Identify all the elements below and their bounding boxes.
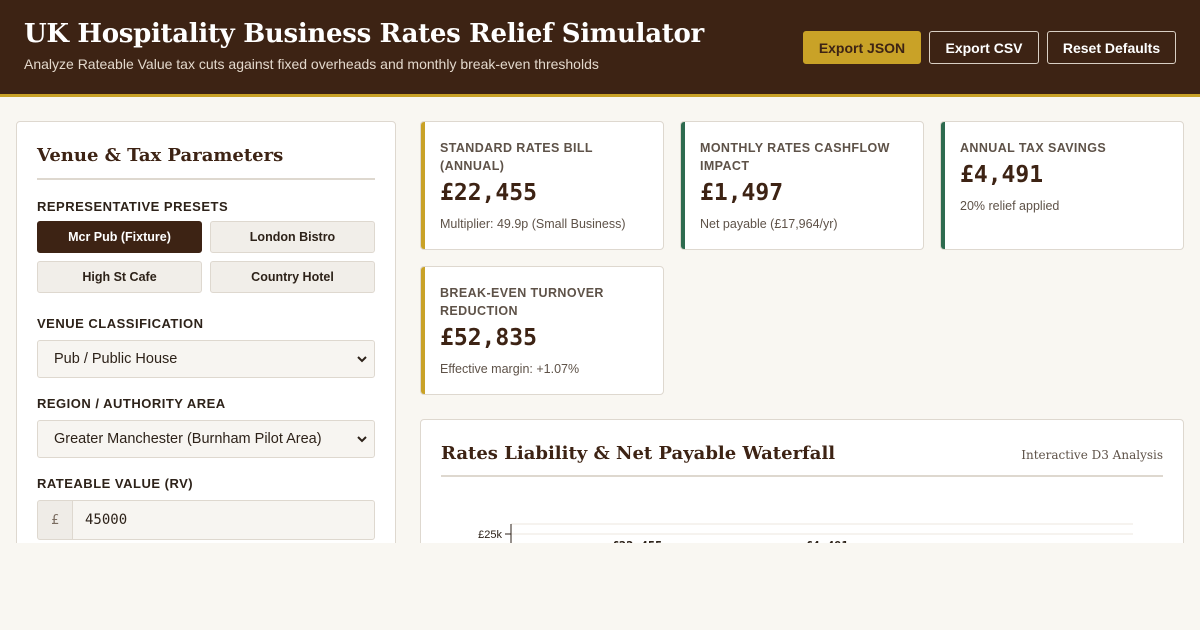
chevron-down-icon bbox=[357, 356, 367, 363]
app-header: UK Hospitality Business Rates Relief Sim… bbox=[0, 0, 1200, 97]
rateable-value-input[interactable]: 45000 bbox=[72, 500, 375, 540]
card-label: STANDARD RATES BILL (ANNUAL) bbox=[440, 141, 593, 173]
currency-prefix: £ bbox=[37, 500, 73, 540]
card-standard-rates-bill: STANDARD RATES BILL (ANNUAL) £22,455 Mul… bbox=[420, 121, 664, 250]
chart-y-tick-label: £25k bbox=[478, 529, 502, 541]
card-value: £4,491 bbox=[960, 162, 1044, 188]
preset-london-bistro[interactable]: London Bistro bbox=[210, 221, 375, 253]
card-break-even-turnover: BREAK-EVEN TURNOVER REDUCTION £52,835 Ef… bbox=[420, 266, 664, 395]
card-subtext: Effective margin: +1.07% bbox=[440, 362, 580, 376]
card-subtext: Multiplier: 49.9p (Small Business) bbox=[440, 217, 626, 231]
card-subtext: 20% relief applied bbox=[960, 199, 1060, 213]
classification-label: VENUE CLASSIFICATION bbox=[37, 316, 204, 331]
waterfall-chart-card: Rates Liability & Net Payable Waterfall … bbox=[420, 419, 1184, 559]
card-monthly-cashflow: MONTHLY RATES CASHFLOW IMPACT £1,497 Net… bbox=[680, 121, 924, 250]
card-accent-bar bbox=[421, 122, 425, 249]
export-json-button[interactable]: Export JSON bbox=[803, 31, 921, 64]
card-accent-bar bbox=[941, 122, 945, 249]
region-select[interactable]: Greater Manchester (Burnham Pilot Area) bbox=[37, 420, 375, 458]
preset-mcr-pub[interactable]: Mcr Pub (Fixture) bbox=[37, 221, 202, 253]
app-title: UK Hospitality Business Rates Relief Sim… bbox=[24, 19, 704, 49]
region-value: Greater Manchester (Burnham Pilot Area) bbox=[54, 431, 322, 447]
venue-classification-value: Pub / Public House bbox=[54, 351, 178, 367]
export-csv-button[interactable]: Export CSV bbox=[929, 31, 1039, 64]
panel-divider bbox=[37, 178, 375, 180]
region-label: REGION / AUTHORITY AREA bbox=[37, 396, 226, 411]
viewport-fold bbox=[0, 543, 1200, 630]
card-label: BREAK-EVEN TURNOVER REDUCTION bbox=[440, 286, 604, 318]
parameters-panel: Venue & Tax Parameters REPRESENTATIVE PR… bbox=[16, 121, 396, 551]
card-accent-bar bbox=[681, 122, 685, 249]
reset-defaults-button[interactable]: Reset Defaults bbox=[1047, 31, 1176, 64]
card-label: ANNUAL TAX SAVINGS bbox=[960, 141, 1107, 155]
card-accent-bar bbox=[421, 267, 425, 394]
preset-country-hotel[interactable]: Country Hotel bbox=[210, 261, 375, 293]
card-value: £52,835 bbox=[440, 325, 537, 351]
presets-label: REPRESENTATIVE PRESETS bbox=[37, 199, 229, 214]
panel-title: Venue & Tax Parameters bbox=[37, 145, 284, 166]
app-subtitle: Analyze Rateable Value tax cuts against … bbox=[24, 56, 599, 72]
venue-classification-select[interactable]: Pub / Public House bbox=[37, 340, 375, 378]
rateable-value-label: RATEABLE VALUE (RV) bbox=[37, 476, 194, 491]
preset-high-st-cafe[interactable]: High St Cafe bbox=[37, 261, 202, 293]
card-annual-tax-savings: ANNUAL TAX SAVINGS £4,491 20% relief app… bbox=[940, 121, 1184, 250]
waterfall-chart: £25k£22,455£4,491 bbox=[478, 523, 1133, 558]
card-value: £1,497 bbox=[700, 180, 784, 206]
card-value: £22,455 bbox=[440, 180, 537, 206]
chevron-down-icon bbox=[357, 436, 367, 443]
card-label: MONTHLY RATES CASHFLOW IMPACT bbox=[700, 141, 890, 173]
card-subtext: Net payable (£17,964/yr) bbox=[700, 217, 838, 231]
